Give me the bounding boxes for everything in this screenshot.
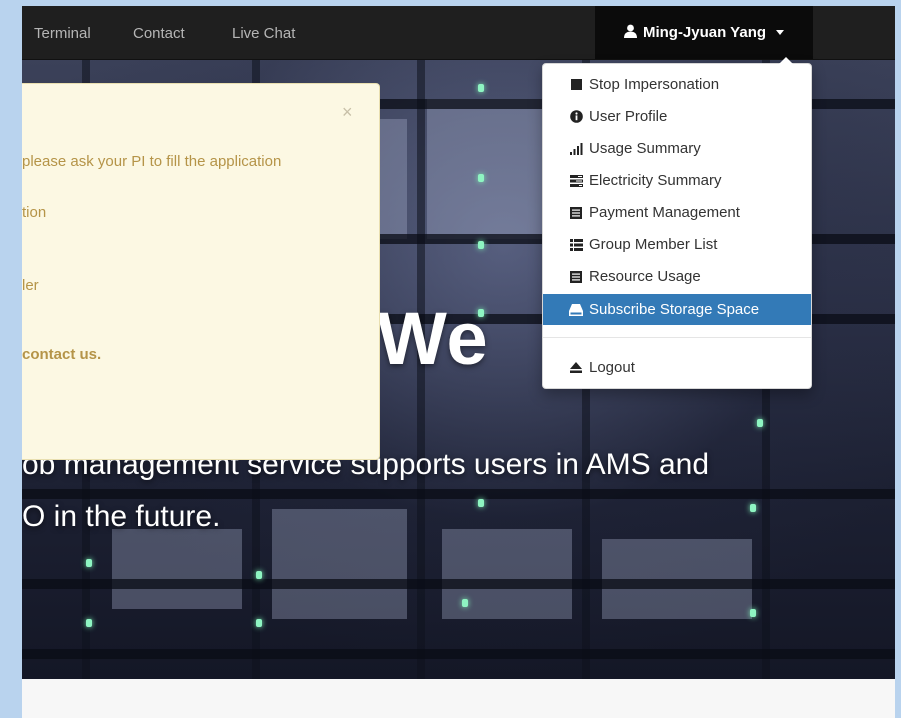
alert-text-line: tion	[22, 204, 47, 221]
menu-item-payment-management[interactable]: Payment Management	[543, 197, 811, 228]
alert-contact-link[interactable]: contact us.	[22, 346, 101, 363]
menu-item-subscribe-storage-space[interactable]: Subscribe Storage Space	[543, 294, 811, 325]
menu-item-user-profile[interactable]: User Profile	[543, 101, 811, 132]
menu-item-label: Subscribe Storage Space	[589, 301, 760, 318]
user-icon	[623, 24, 637, 42]
caret-down-icon	[776, 30, 785, 35]
menu-item-label: Logout	[589, 359, 635, 376]
alert-text-line: ler	[22, 277, 39, 294]
tasks-icon	[569, 174, 583, 187]
menu-item-label: Group Member List	[589, 236, 718, 253]
menu-item-label: Usage Summary	[589, 140, 701, 157]
menu-item-usage-summary[interactable]: Usage Summary	[543, 133, 811, 164]
alert-text-line: please ask your PI to fill the applicati…	[22, 153, 282, 170]
signal-bars-icon	[569, 142, 583, 155]
th-list-icon	[569, 238, 583, 251]
menu-item-group-member-list[interactable]: Group Member List	[543, 229, 811, 260]
menu-item-stop-impersonation[interactable]: Stop Impersonation	[543, 69, 811, 100]
browser-viewport: We ob management service supports users …	[22, 6, 898, 718]
nav-link-live-chat[interactable]: Live Chat	[232, 25, 295, 42]
menu-item-label: Resource Usage	[589, 268, 701, 285]
nav-link-terminal[interactable]: Terminal	[34, 25, 91, 42]
hdd-icon	[569, 303, 583, 316]
window-edge	[895, 6, 898, 718]
menu-item-label: Electricity Summary	[589, 172, 722, 189]
user-name: Ming-Jyuan Yang	[642, 24, 767, 41]
list-alt-icon	[569, 206, 583, 219]
menu-divider	[543, 337, 811, 338]
list-alt-icon	[569, 270, 583, 283]
menu-item-resource-usage[interactable]: Resource Usage	[543, 261, 811, 292]
user-menu-toggle[interactable]: Ming-Jyuan Yang	[595, 6, 813, 59]
nav-link-contact[interactable]: Contact	[133, 25, 185, 42]
menu-item-label: Payment Management	[589, 204, 740, 221]
user-dropdown-menu: Stop Impersonation User Profile Usage Su…	[542, 57, 812, 389]
info-circle-icon	[569, 110, 583, 123]
info-alert: × please ask your PI to fill the applica…	[22, 83, 380, 460]
top-navbar: Terminal Contact Live Chat Ming-Jyuan Ya…	[22, 6, 898, 60]
close-icon[interactable]: ×	[342, 102, 353, 123]
hero-description-line-2: O in the future.	[22, 500, 221, 533]
menu-item-label: User Profile	[589, 108, 668, 125]
menu-item-label: Stop Impersonation	[589, 76, 720, 93]
hero-welcome-heading: We	[377, 297, 489, 380]
stop-icon	[569, 79, 583, 90]
menu-item-logout[interactable]: Logout	[543, 352, 811, 383]
menu-item-electricity-summary[interactable]: Electricity Summary	[543, 165, 811, 196]
eject-icon	[569, 362, 583, 373]
